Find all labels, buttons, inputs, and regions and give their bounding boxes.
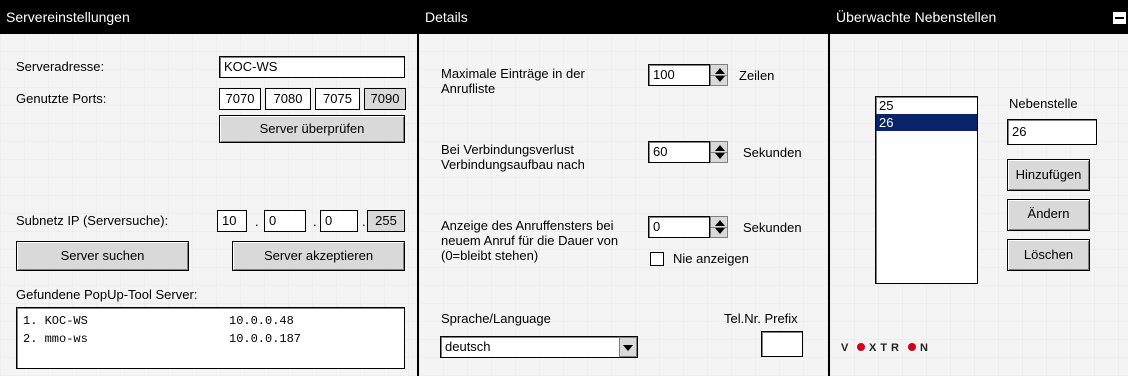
display-duration-unit: Sekunden [743,220,802,235]
port-input-3[interactable]: 7075 [315,88,360,110]
max-entries-spinner[interactable] [710,64,728,86]
reconnect-input[interactable]: 60 [648,141,710,163]
prefix-input[interactable] [761,331,803,357]
list-item-selected[interactable]: 26 [876,114,977,131]
search-server-button[interactable]: Server suchen [16,241,189,271]
port-input-1[interactable]: 7070 [219,88,261,110]
minimize-icon[interactable] [1113,12,1126,24]
list-item[interactable]: 1. KOC-WS 10.0.0.48 [17,312,404,330]
accept-server-button[interactable]: Server akzeptieren [232,241,405,271]
prefix-label: Tel.Nr. Prefix [724,311,798,326]
reconnect-spinner[interactable] [710,141,728,163]
display-duration-spinner[interactable] [710,216,728,238]
display-duration-input[interactable]: 0 [648,216,710,238]
spin-up-icon[interactable] [715,220,725,226]
subnet-octet-2[interactable]: 0 [264,210,306,232]
max-entries-label: Maximale Einträge in der Anrufliste [441,66,585,96]
never-show-checkbox[interactable] [650,252,664,266]
ip-dot-1: . [255,214,259,229]
chevron-down-icon[interactable] [619,337,637,357]
ip-dot-2: . [313,214,317,229]
extensions-list[interactable]: 25 26 [875,96,978,284]
delete-extension-button[interactable]: Löschen [1007,239,1090,271]
spin-up-icon[interactable] [715,145,725,151]
server-name: 2. mmo-ws [23,332,88,346]
subnet-octet-3[interactable]: 0 [320,210,358,232]
ip-dot-3: . [362,214,366,229]
edit-extension-button[interactable]: Ändern [1007,199,1090,231]
details-panel: Details Maximale Einträge in der Anrufli… [419,0,828,376]
voxtron-logo-graphic: V XTR N [841,342,932,354]
subnet-label: Subnetz IP (Serversuche): [16,213,169,228]
extensions-title: Überwachte Nebenstellen [830,0,1128,34]
never-show-label: Nie anzeigen [673,251,749,266]
voxtron-logo: V XTR N [841,339,951,355]
spin-down-icon[interactable] [715,228,725,234]
reconnect-unit: Sekunden [743,145,802,160]
svg-text:XTR: XTR [869,342,903,354]
subnet-octet-4[interactable]: 255 [367,210,405,232]
svg-text:V: V [841,342,852,354]
found-servers-list[interactable]: 1. KOC-WS 10.0.0.48 2. mmo-ws 10.0.0.187 [16,307,405,369]
server-address-label: Serveradresse: [16,59,105,74]
details-title: Details [419,0,828,34]
server-ip: 10.0.0.187 [229,332,302,346]
subnet-octet-1[interactable]: 10 [217,210,247,232]
reconnect-label: Bei Verbindungsverlust Verbindungsaufbau… [441,142,585,172]
extensions-panel: Überwachte Nebenstellen 25 26 Nebenstell… [830,0,1128,376]
language-select[interactable]: deutsch [440,336,638,358]
server-settings-title: Servereinstellungen [0,0,417,34]
spin-down-icon[interactable] [715,76,725,82]
list-item[interactable]: 25 [876,97,977,114]
extension-field-label: Nebenstelle [1009,96,1078,111]
display-duration-label: Anzeige des Anruffensters bei neuem Anru… [441,218,619,263]
max-entries-input[interactable]: 100 [648,64,710,86]
language-label: Sprache/Language [441,311,551,326]
server-ip: 10.0.0.48 [229,314,294,328]
server-settings-panel: Servereinstellungen Serveradresse: KOC-W… [0,0,417,376]
check-server-button[interactable]: Server überprüfen [219,115,405,143]
list-item[interactable]: 2. mmo-ws 10.0.0.187 [17,330,404,348]
server-address-input[interactable]: KOC-WS [219,56,405,78]
port-input-4[interactable]: 7090 [364,88,406,110]
svg-text:N: N [920,342,932,354]
extension-input[interactable]: 26 [1007,119,1097,145]
max-entries-unit: Zeilen [739,68,775,83]
spin-down-icon[interactable] [715,153,725,159]
port-input-2[interactable]: 7080 [265,88,311,110]
found-servers-label: Gefundene PopUp-Tool Server: [16,287,198,302]
spin-up-icon[interactable] [715,68,725,74]
add-extension-button[interactable]: Hinzufügen [1007,159,1090,191]
ports-label: Genutzte Ports: [16,91,107,106]
server-name: 1. KOC-WS [23,314,88,328]
